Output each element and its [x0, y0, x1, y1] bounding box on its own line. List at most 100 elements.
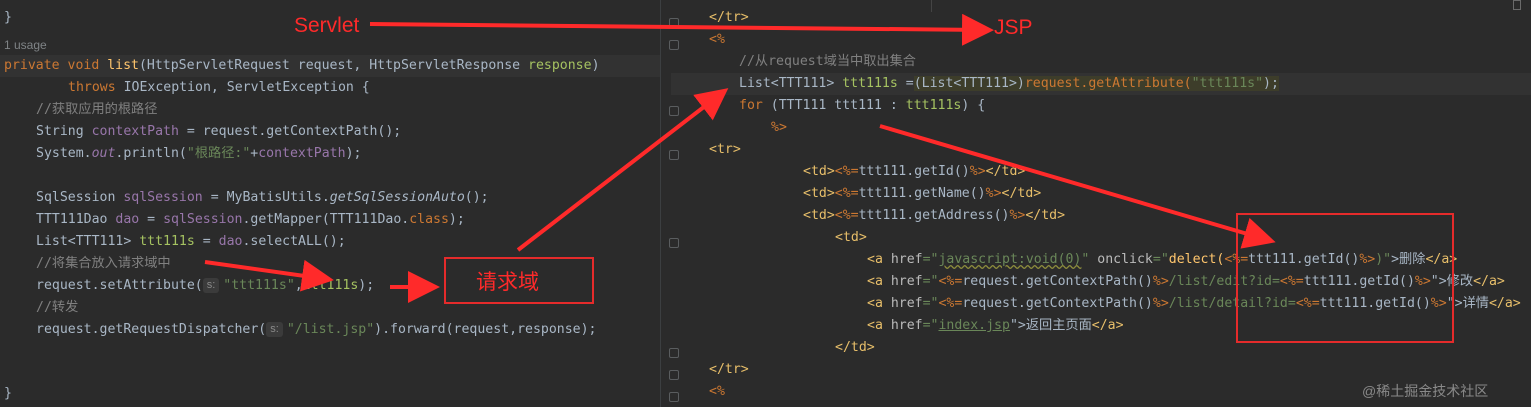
- tag-a: <a: [867, 296, 891, 311]
- fold-marker-icon[interactable]: [669, 18, 679, 28]
- jsp-line-17[interactable]: </tr>: [709, 359, 749, 381]
- jsp-editor-pane[interactable]: </tr> <% //从request域当中取出集合 List<TTT111> …: [660, 0, 1531, 407]
- fold-marker-icon[interactable]: [669, 106, 679, 116]
- tag-td: <td>: [803, 186, 835, 201]
- url-index[interactable]: index.jsp: [938, 318, 1009, 333]
- set-attribute-line[interactable]: request.setAttribute(s: "ttt111s",ttt111s…: [36, 275, 374, 297]
- jsp-line-2[interactable]: <%: [709, 29, 725, 51]
- attr-quote: =": [922, 318, 939, 333]
- attr-quote: =": [922, 274, 939, 289]
- jsp-line-10[interactable]: <td><%=ttt111.getAddress()%></td>: [803, 205, 1065, 227]
- comment-forward[interactable]: //转发: [36, 297, 78, 319]
- sig-part: (HttpServletRequest: [138, 58, 298, 73]
- expr-code: ttt111.getName(): [858, 186, 986, 201]
- code-part: ();: [464, 190, 489, 205]
- servlet-editor-pane[interactable]: } 1 usage private void list(HttpServletR…: [0, 0, 660, 407]
- request-scope-label: 请求域: [476, 271, 539, 294]
- var-sqlsession: sqlSession: [123, 190, 203, 205]
- expr-code: request.getContextPath(): [962, 274, 1153, 289]
- usage-hint[interactable]: 1 usage: [4, 34, 47, 56]
- code-part: List<TTT111>: [739, 76, 843, 91]
- var-ttt111s: ttt111s: [905, 98, 962, 113]
- code-part: );: [345, 146, 362, 161]
- code-part: request.getRequestDispatcher(: [36, 322, 267, 337]
- var-ttt111s: ttt111s: [302, 278, 359, 293]
- sig-part: ): [591, 58, 600, 73]
- class-keyword: class: [409, 212, 449, 227]
- throws-line[interactable]: throws IOException, ServletException {: [68, 77, 370, 99]
- expr-code: request.getContextPath(): [962, 296, 1153, 311]
- dao-line[interactable]: TTT111Dao dao = sqlSession.getMapper(TTT…: [36, 209, 465, 231]
- comment-root-path[interactable]: //获取应用的根路径: [36, 99, 157, 121]
- code-part: );: [1263, 76, 1279, 91]
- code-part: = MyBatisUtils.: [202, 190, 330, 205]
- fold-marker-icon[interactable]: [669, 150, 679, 160]
- jsp-line-8[interactable]: <td><%=ttt111.getId()%></td>: [803, 161, 1025, 183]
- expr-open: <%=: [938, 296, 963, 311]
- attr-href: href: [890, 252, 923, 267]
- fold-marker-icon[interactable]: [669, 370, 679, 380]
- cast-expression: (List<TTT111>): [913, 76, 1025, 91]
- scroll-indicator-icon[interactable]: [1513, 0, 1521, 10]
- sqlsession-line[interactable]: SqlSession sqlSession = MyBatisUtils.get…: [36, 187, 489, 209]
- scriptlet-open: <%: [709, 32, 725, 47]
- attr-href: href: [890, 274, 923, 289]
- var-ttt111s: ttt111s: [139, 234, 195, 249]
- string-literal: "ttt111s": [1191, 76, 1264, 91]
- tag-a-close: </a>: [1091, 318, 1124, 333]
- jsp-line-1[interactable]: </tr>: [709, 7, 749, 29]
- code-part: TTT111Dao: [36, 212, 116, 227]
- jsp-line-9[interactable]: <td><%=ttt111.getName()%></td>: [803, 183, 1041, 205]
- closing-brace-top: }: [4, 7, 12, 29]
- jsp-line-3[interactable]: //从request域当中取出集合: [739, 51, 916, 73]
- jsp-line-11[interactable]: <td>: [835, 227, 867, 249]
- static-method: getSqlSessionAuto: [329, 190, 465, 205]
- indent-guide: [931, 0, 932, 12]
- forward-line[interactable]: request.getRequestDispatcher(s: "/list.js…: [36, 319, 596, 341]
- comment-text: //将集合放入请求域中: [36, 256, 171, 271]
- code-part: request.setAttribute(: [36, 278, 203, 293]
- jsp-line-5[interactable]: for (TTT111 ttt111 : ttt111s) {: [739, 95, 985, 117]
- expr-open: <%=: [938, 274, 963, 289]
- code-part: = request.getContextPath();: [178, 124, 402, 139]
- fold-marker-icon[interactable]: [669, 238, 679, 248]
- tag-a-close: </a>: [1473, 274, 1505, 289]
- comment-put-scope[interactable]: //将集合放入请求域中: [36, 253, 171, 275]
- tag-a-close: </a>: [1488, 296, 1521, 311]
- context-path-line[interactable]: String contextPath = request.getContextP…: [36, 121, 401, 143]
- code-part: ) {: [961, 98, 986, 113]
- string-literal: "/list.jsp": [286, 322, 375, 337]
- list-line[interactable]: List<TTT111> ttt111s = dao.selectALL();: [36, 231, 346, 253]
- tag-td: <td>: [803, 208, 835, 223]
- var-dao: dao: [218, 234, 243, 249]
- param-hint: s:: [266, 322, 283, 337]
- attr-quote: =": [1152, 252, 1169, 267]
- usage-hint-text: 1 usage: [4, 38, 47, 52]
- jsp-line-4[interactable]: List<TTT111> ttt111s =(List<TTT111>)requ…: [671, 73, 1531, 95]
- tag-a: <a: [867, 274, 891, 289]
- comment-text: //转发: [36, 300, 79, 315]
- param-hint: s:: [202, 278, 220, 293]
- editor-gutter[interactable]: [661, 0, 703, 407]
- tag-td-close: </td>: [835, 340, 875, 355]
- jsp-line-16[interactable]: </td>: [835, 337, 875, 359]
- method-signature-line[interactable]: private void list(HttpServletRequest req…: [0, 55, 660, 77]
- highlight-box-get-id: [1236, 213, 1454, 343]
- closing-brace-bottom: }: [4, 383, 12, 405]
- fold-marker-icon[interactable]: [669, 40, 679, 50]
- tag-td-close: </td>: [985, 164, 1026, 179]
- jsp-line-18[interactable]: <%: [709, 381, 725, 403]
- throws-keyword: throws: [68, 80, 124, 95]
- jsp-line-7[interactable]: <tr>: [709, 139, 741, 161]
- println-line[interactable]: System.out.println("根路径:"+contextPath);: [36, 143, 361, 165]
- expr-close: %>: [969, 164, 986, 179]
- expr-close: %>: [1009, 208, 1026, 223]
- watermark: @稀土掘金技术社区: [1362, 383, 1489, 399]
- jsp-line-15[interactable]: <a href="index.jsp">返回主页面</a>: [867, 315, 1124, 337]
- expr-open: <%=: [834, 164, 859, 179]
- fold-marker-icon[interactable]: [669, 348, 679, 358]
- jsp-line-6[interactable]: %>: [771, 117, 787, 139]
- code-part: List<TTT111>: [36, 234, 140, 249]
- fold-marker-icon[interactable]: [669, 392, 679, 402]
- tag-td: <td>: [803, 164, 835, 179]
